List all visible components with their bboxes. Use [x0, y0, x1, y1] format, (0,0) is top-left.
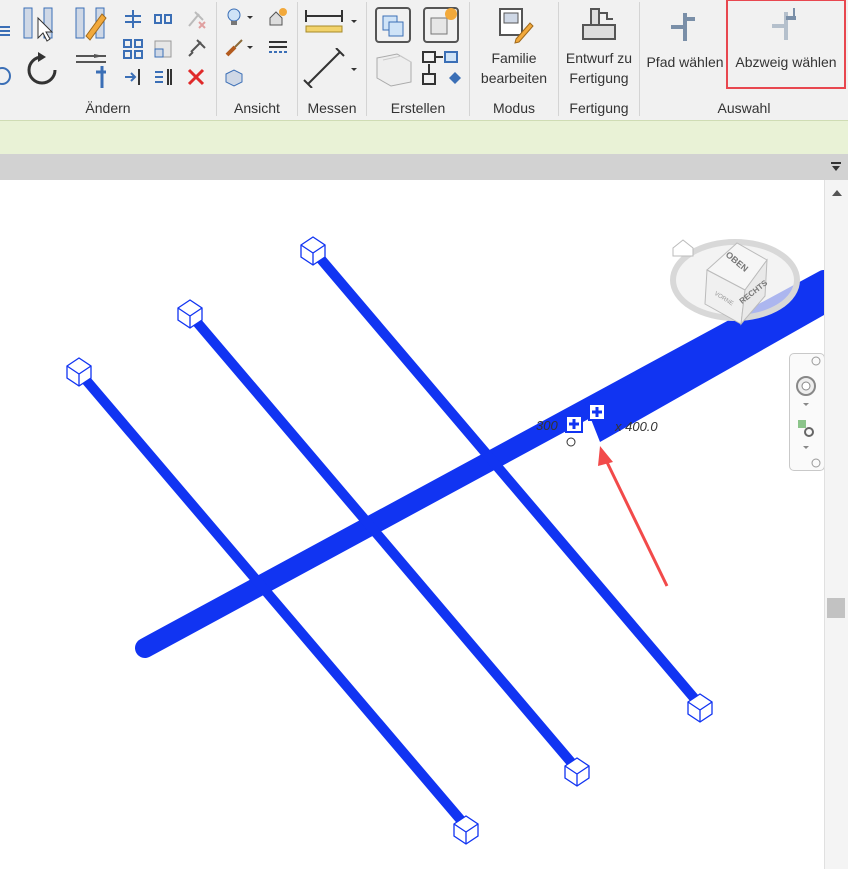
measure-distance-icon[interactable]: [302, 6, 346, 36]
offset-icon[interactable]: [152, 8, 174, 30]
move-icon[interactable]: [0, 58, 12, 88]
align-icon[interactable]: [122, 8, 144, 30]
dimension-label-left: 300: [536, 418, 558, 433]
panel-fertigung: Entwurf zu Fertigung Fertigung: [559, 0, 639, 120]
familie-bearbeiten-button[interactable]: Familie bearbeiten: [470, 2, 558, 94]
graphics-override-icon[interactable]: [267, 6, 289, 28]
lightbulb-icon[interactable]: [223, 6, 245, 28]
panel-label-erstellen: Erstellen: [390, 100, 446, 116]
viewcube-home-icon[interactable]: [672, 239, 694, 257]
select-path-icon: [642, 2, 728, 48]
panel-label-fertigung: Fertigung: [569, 100, 629, 116]
familie-label-line2: bearbeiten: [480, 70, 548, 86]
scrollbar-thumb[interactable]: [827, 598, 845, 618]
close-icon[interactable]: [811, 356, 821, 366]
steering-wheel-icon[interactable]: [796, 376, 816, 396]
vertical-scrollbar[interactable]: [824, 180, 848, 869]
ribbon: Ändern Ansicht Messen Erstellen Familie …: [0, 0, 848, 120]
split-gap-icon[interactable]: [152, 66, 174, 88]
menu-icon[interactable]: [830, 160, 842, 172]
annotation-arrow: [602, 455, 669, 587]
familie-label-line1: Familie: [491, 50, 537, 66]
navigation-bar: [789, 353, 825, 471]
design-to-fabrication-icon: [559, 2, 639, 48]
annotation-arrow-head: [598, 446, 613, 466]
zoom-region-icon[interactable]: [798, 420, 814, 437]
chevron-down-icon[interactable]: [348, 58, 360, 80]
panel-label-modus: Modus: [492, 100, 536, 116]
trim-extend-icon[interactable]: [74, 50, 110, 90]
paint-modify-icon[interactable]: [74, 4, 110, 42]
branch-duct[interactable]: [185, 309, 581, 773]
paintbrush-icon[interactable]: [223, 36, 245, 58]
navbar-options-icon[interactable]: [811, 458, 821, 468]
chevron-down-icon[interactable]: [245, 36, 255, 58]
panel-modus: Familie bearbeiten Modus: [470, 0, 558, 120]
pin-icon[interactable]: [185, 38, 207, 60]
abzweig-waehlen-button[interactable]: Abzweig wählen: [726, 0, 846, 89]
panel-erstellen: Erstellen: [367, 0, 469, 120]
model-view[interactable]: 300 x 400.0 OBEN VORNE RECHTS: [0, 180, 824, 869]
array-icon[interactable]: [122, 38, 144, 60]
drawing-canvas[interactable]: 300 x 400.0 OBEN VORNE RECHTS: [0, 180, 824, 869]
panel-aendern: Ändern: [0, 0, 216, 120]
pfad-label: Pfad wählen: [646, 54, 724, 70]
delete-icon[interactable]: [185, 66, 207, 88]
unpin-disabled-icon[interactable]: [185, 8, 207, 30]
branch-duct[interactable]: [309, 246, 705, 710]
panel-messen: Messen: [298, 0, 366, 120]
chevron-down-icon[interactable]: [803, 446, 809, 449]
scale-icon[interactable]: [152, 38, 174, 60]
entwurf-label-line2: Fertigung: [569, 70, 629, 86]
create-parts-icon[interactable]: [421, 4, 461, 46]
create-group-icon[interactable]: [371, 50, 417, 90]
connector-grip[interactable]: [565, 415, 583, 433]
select-branch-icon: [728, 1, 844, 47]
options-bar: [0, 120, 848, 155]
hide-element-icon[interactable]: [223, 66, 245, 88]
linework-icon[interactable]: [267, 36, 289, 58]
entwurf-zu-fertigung-button[interactable]: Entwurf zu Fertigung: [559, 2, 639, 94]
aligned-dimension-icon[interactable]: [302, 48, 346, 88]
split-icon[interactable]: [122, 66, 144, 88]
connector-grip[interactable]: [588, 403, 606, 421]
view-tab-bar: [0, 154, 848, 180]
entwurf-label-line1: Entwurf zu: [565, 50, 633, 66]
panel-label-aendern: Ändern: [85, 100, 131, 116]
panel-label-messen: Messen: [307, 100, 357, 116]
panel-ansicht: Ansicht: [217, 0, 297, 120]
edit-family-icon: [470, 2, 558, 48]
branch-duct[interactable]: [75, 368, 470, 830]
chevron-down-icon[interactable]: [348, 10, 360, 32]
create-assembly-icon[interactable]: [373, 4, 413, 46]
panel-label-auswahl: Auswahl: [717, 100, 771, 116]
chevron-down-icon[interactable]: [245, 6, 255, 28]
panel-label-ansicht: Ansicht: [234, 100, 280, 116]
rotate-handle[interactable]: [566, 437, 576, 447]
select-modify-icon[interactable]: [22, 4, 58, 42]
scroll-up-arrow[interactable]: [832, 190, 842, 196]
abzweig-label: Abzweig wählen: [735, 54, 837, 70]
chevron-down-icon[interactable]: [803, 403, 809, 406]
dimension-label-right: x 400.0: [614, 419, 658, 434]
align-list-icon[interactable]: [0, 20, 12, 42]
panel-auswahl: Pfad wählen Abzweig wählen Auswahl: [640, 0, 848, 120]
rotate-icon[interactable]: [22, 50, 62, 90]
pfad-waehlen-button[interactable]: Pfad wählen: [642, 2, 728, 94]
create-similar-icon[interactable]: [421, 48, 461, 90]
